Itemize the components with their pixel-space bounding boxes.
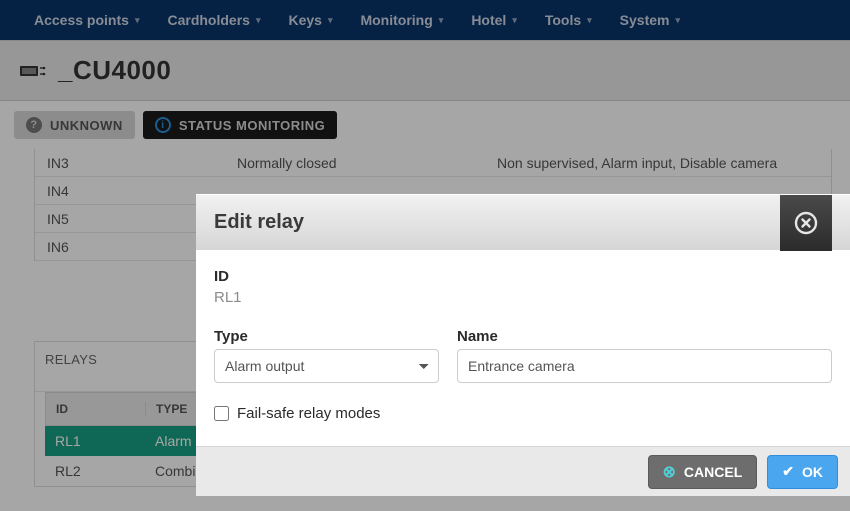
dialog-footer: ⊗ CANCEL ✔ OK [196, 446, 850, 496]
ok-label: OK [802, 464, 823, 480]
failsafe-checkbox[interactable] [214, 406, 229, 421]
failsafe-label: Fail-safe relay modes [237, 405, 380, 422]
cancel-button[interactable]: ⊗ CANCEL [648, 455, 758, 489]
cancel-label: CANCEL [684, 464, 742, 480]
name-input[interactable] [457, 349, 832, 383]
dialog-header: Edit relay [196, 194, 850, 250]
type-select[interactable]: Alarm output [214, 349, 439, 383]
id-value: RL1 [214, 289, 832, 306]
ok-button[interactable]: ✔ OK [767, 455, 838, 489]
id-label: ID [214, 268, 832, 285]
dialog-title: Edit relay [214, 211, 780, 234]
failsafe-row[interactable]: Fail-safe relay modes [214, 405, 832, 422]
type-label: Type [214, 328, 439, 345]
close-button[interactable] [780, 195, 832, 251]
edit-relay-dialog: Edit relay ID RL1 Type Alarm output [196, 194, 850, 496]
dialog-body: ID RL1 Type Alarm output Name Fail-safe … [196, 250, 850, 446]
name-label: Name [457, 328, 832, 345]
cancel-icon: ⊗ [663, 462, 676, 482]
check-icon: ✔ [782, 463, 794, 480]
close-icon [794, 211, 818, 235]
